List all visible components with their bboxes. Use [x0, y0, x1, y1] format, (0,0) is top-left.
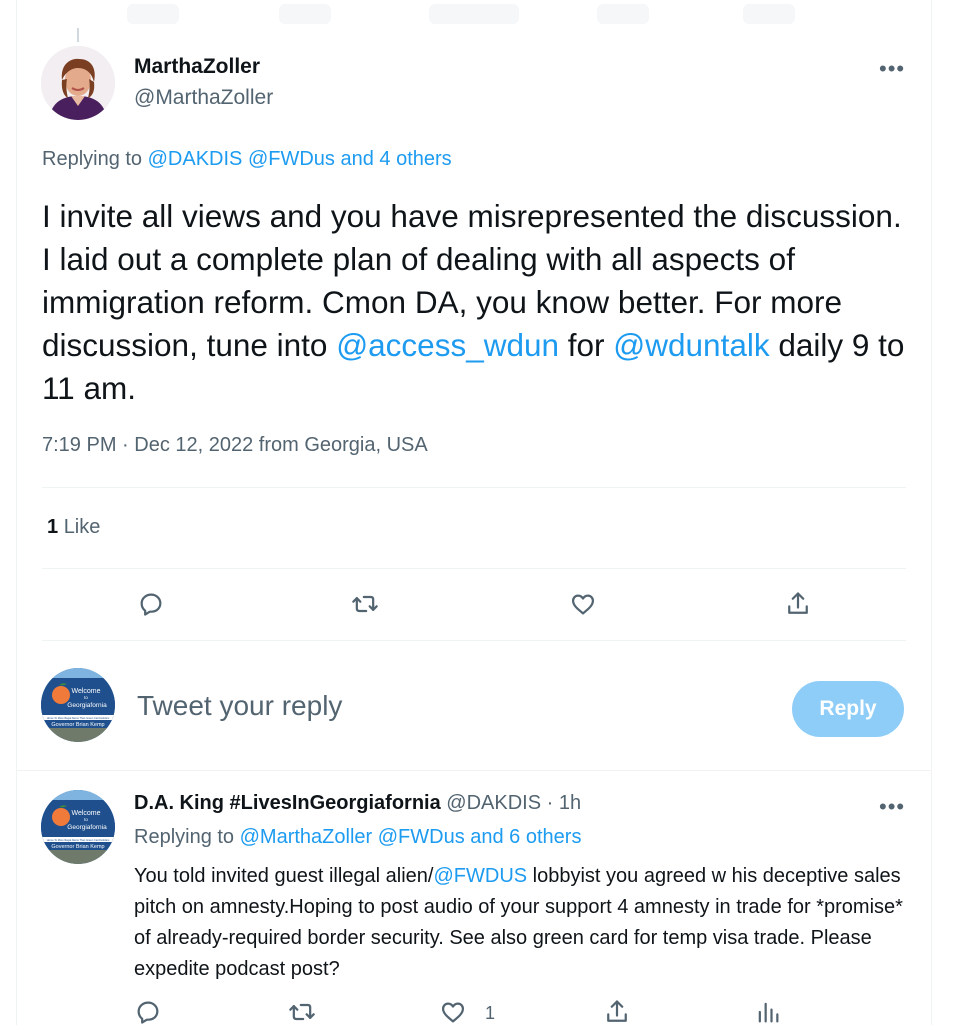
reply-time[interactable]: · 1h	[547, 792, 581, 814]
tweet-thread-frame: MarthaZoller @MarthaZoller ••• Replying …	[16, 0, 932, 1025]
like-label: Like	[63, 516, 101, 538]
mention-access-wdun[interactable]: @access_wdun	[336, 327, 559, 363]
reply-replying-to-prefix: Replying to	[134, 826, 235, 848]
tweet-text-part: for	[559, 327, 614, 363]
author-portrait-icon	[41, 46, 115, 120]
author-name[interactable]: MarthaZoller	[134, 55, 260, 79]
author-avatar[interactable]	[41, 46, 115, 120]
author-handle[interactable]: @MarthaZoller	[134, 86, 273, 110]
previous-tweet-actions-faded	[17, 0, 931, 24]
divider	[42, 640, 906, 641]
reply-tweet-text: You told invited guest illegal alien/@FW…	[134, 861, 914, 985]
reply-icon	[137, 1001, 159, 1024]
like-icon	[571, 594, 595, 615]
avatar-welcome-text: Welcome	[71, 810, 100, 817]
reply-input[interactable]: Tweet your reply	[137, 690, 342, 722]
avatar-small-text: Home To More Illegal Aliens Than Green C…	[47, 716, 110, 720]
avatar-place-text: Georgiafornia	[67, 824, 107, 831]
thread-connector-line	[77, 28, 79, 42]
share-icon	[788, 592, 808, 614]
divider	[42, 487, 906, 488]
faded-action	[127, 4, 179, 24]
reply-replying-to-line: Replying to @MarthaZoller @FWDus and 6 o…	[134, 826, 581, 849]
reply-text-part: You told invited guest illegal alien/	[134, 865, 434, 887]
avatar-governor-text: Governor Brian Kemp	[51, 722, 104, 728]
replying-to-prefix: Replying to	[42, 148, 143, 170]
reply-button[interactable]: Reply	[792, 681, 904, 737]
replying-to-users-link[interactable]: @DAKDIS @FWDus and 4 others	[148, 148, 452, 170]
avatar-small-text: Home To More Illegal Aliens Than Green C…	[47, 838, 110, 842]
avatar-to-text: to	[84, 817, 88, 822]
reply-like-action[interactable]	[436, 995, 470, 1029]
reply-replying-to-users-link[interactable]: @MarthaZoller @FWDus and 6 others	[240, 826, 582, 848]
faded-action	[743, 4, 795, 24]
reply-author-avatar[interactable]: Welcome to Georgiafornia Home To More Il…	[41, 790, 115, 864]
tweet-text: I invite all views and you have misrepre…	[42, 195, 912, 410]
tweet-timestamp[interactable]: 7:19 PM · Dec 12, 2022 from Georgia, USA	[42, 434, 428, 457]
georgiafornia-sign-avatar: Welcome to Georgiafornia Home To More Il…	[41, 790, 115, 864]
reply-share-action[interactable]	[600, 995, 634, 1029]
reply-author-handle[interactable]: @DAKDIS	[446, 792, 541, 814]
more-options-icon[interactable]: •••	[879, 58, 905, 80]
retweet-icon	[352, 595, 378, 613]
replying-to-line: Replying to @DAKDIS @FWDus and 4 others	[42, 148, 452, 171]
avatar-welcome-text: Welcome	[71, 688, 100, 695]
faded-action	[279, 4, 331, 24]
reply-like-count: 1	[485, 1003, 496, 1023]
reply-icon	[140, 593, 162, 616]
avatar-to-text: to	[84, 695, 88, 700]
like-count: 1	[47, 516, 59, 538]
share-icon	[607, 1000, 627, 1022]
likes-count-link[interactable]: 1 Like	[47, 516, 100, 539]
like-action[interactable]	[566, 587, 600, 621]
divider	[42, 568, 906, 569]
reply-reply-action[interactable]	[131, 995, 165, 1029]
faded-action	[429, 4, 519, 24]
reply-author-name[interactable]: D.A. King #LivesInGeorgiafornia	[134, 792, 441, 814]
analytics-icon	[758, 1002, 779, 1023]
share-action[interactable]	[781, 587, 815, 621]
like-icon	[441, 1002, 465, 1023]
reply-action[interactable]	[134, 587, 168, 621]
retweet-icon	[289, 1003, 315, 1021]
reply-header: D.A. King #LivesInGeorgiafornia @DAKDIS …	[134, 792, 581, 815]
section-separator	[17, 770, 931, 771]
reply-retweet-action[interactable]	[285, 995, 319, 1029]
avatar-governor-text: Governor Brian Kemp	[51, 844, 104, 850]
retweet-action[interactable]	[348, 587, 382, 621]
my-avatar[interactable]: Welcome to Georgiafornia Home To More Il…	[41, 668, 115, 742]
mention-fwdus[interactable]: @FWDUS	[433, 865, 527, 887]
reply-more-options-icon[interactable]: •••	[879, 796, 905, 818]
avatar-place-text: Georgiafornia	[67, 702, 107, 709]
mention-wduntalk[interactable]: @wduntalk	[613, 327, 769, 363]
faded-action	[597, 4, 649, 24]
georgiafornia-sign-avatar: Welcome to Georgiafornia Home To More Il…	[41, 668, 115, 742]
reply-analytics-action[interactable]	[751, 995, 785, 1029]
